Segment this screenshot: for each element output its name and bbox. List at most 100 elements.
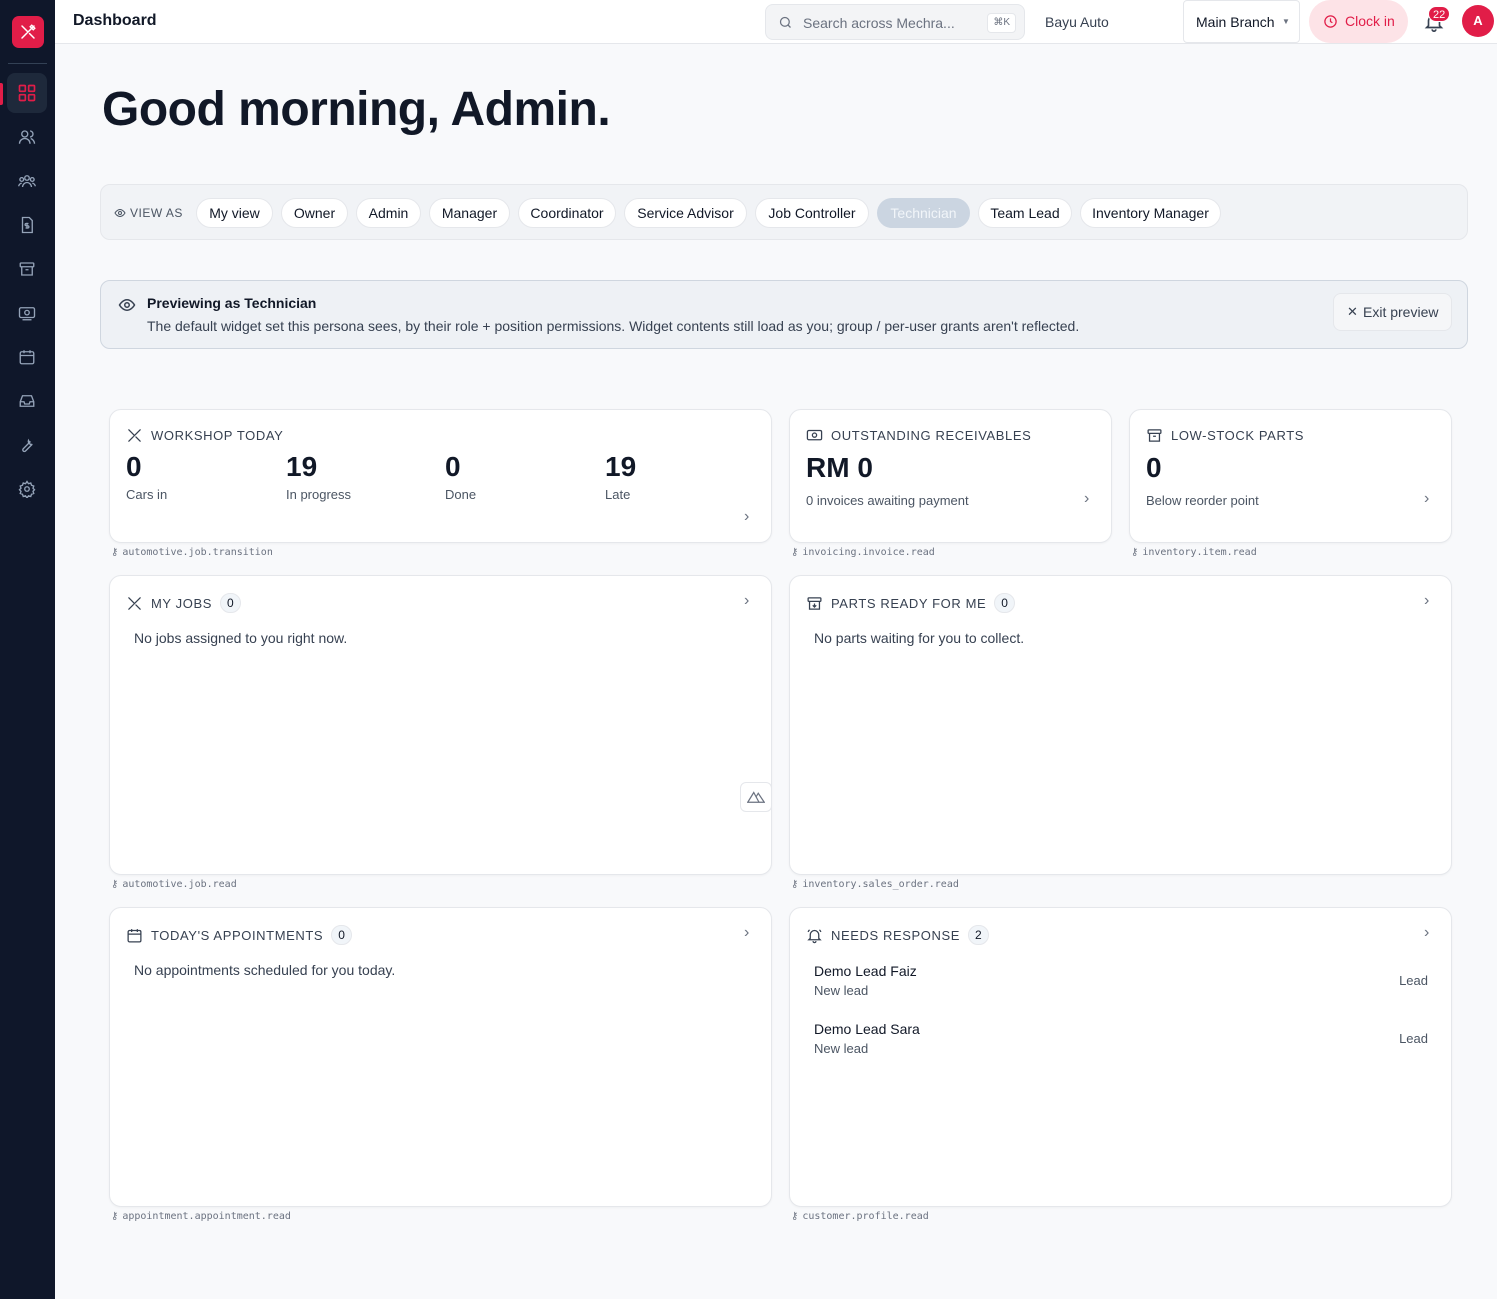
chevron-right-icon[interactable]: › xyxy=(1084,490,1089,508)
chevron-right-icon[interactable]: › xyxy=(744,592,749,610)
sidebar-item-dashboard[interactable] xyxy=(7,73,47,113)
sidebar-item-payments[interactable] xyxy=(7,293,47,333)
persona-chip-selected[interactable]: Technician xyxy=(877,198,970,228)
notification-badge: 22 xyxy=(1428,6,1451,22)
persona-chip[interactable]: My view xyxy=(196,198,273,228)
tools-icon xyxy=(128,596,141,610)
permission-text: customer.profile.read xyxy=(802,1211,929,1222)
lead-name: Demo Lead Sara xyxy=(814,1021,920,1037)
appointments-widget[interactable]: TODAY'S APPOINTMENTS 0 No appointments s… xyxy=(109,907,772,1207)
sidebar-item-inbox[interactable] xyxy=(7,381,47,421)
low-stock-subtitle: Below reorder point xyxy=(1146,493,1259,508)
widget-title: TODAY'S APPOINTMENTS xyxy=(151,927,324,943)
low-stock-count: 0 xyxy=(1146,452,1162,483)
needs-response-widget[interactable]: NEEDS RESPONSE 2 › Demo Lead Faiz New le… xyxy=(789,907,1452,1207)
my-jobs-widget[interactable]: MY JOBS 0 No jobs assigned to you right … xyxy=(109,575,772,875)
persona-chip[interactable]: Admin xyxy=(356,198,421,228)
sidebar-item-inventory[interactable] xyxy=(7,249,47,289)
stat-late: 19 xyxy=(605,451,637,482)
team-icon xyxy=(18,175,36,188)
key-icon: ⚷ xyxy=(791,879,799,890)
preview-title: Previewing as Technician xyxy=(147,295,317,311)
persona-chip[interactable]: Job Controller xyxy=(755,198,869,228)
lead-status: New lead xyxy=(814,1041,869,1056)
persona-chip[interactable]: Inventory Manager xyxy=(1080,198,1221,228)
receivables-widget[interactable]: OUTSTANDING RECEIVABLES RM 0 0 invoices … xyxy=(789,409,1112,543)
preview-banner: Previewing as Technician The default wid… xyxy=(100,280,1468,349)
preview-description: The default widget set this persona sees… xyxy=(147,318,1080,334)
search-placeholder: Search across Mechra... xyxy=(803,15,955,31)
permission-tag: ⚷ automotive.job.transition xyxy=(111,547,273,558)
key-icon: ⚷ xyxy=(111,1211,119,1222)
sidebar-item-tools[interactable] xyxy=(7,425,47,465)
clock-in-button[interactable]: Clock in xyxy=(1309,0,1408,43)
permission-text: automotive.job.read xyxy=(122,879,237,890)
view-as-label: VIEW AS xyxy=(114,206,183,220)
workshop-today-widget[interactable]: WORKSHOP TODAY 0 Cars in 19 In progress … xyxy=(109,409,772,543)
key-icon: ⚷ xyxy=(791,547,799,558)
clock-icon xyxy=(1324,15,1337,28)
chevron-right-icon[interactable]: › xyxy=(1424,592,1429,610)
view-as-text: VIEW AS xyxy=(130,206,183,220)
chevron-right-icon[interactable]: › xyxy=(1424,924,1429,942)
devtools-button[interactable] xyxy=(740,782,772,812)
sidebar xyxy=(0,0,55,1299)
view-as-bar: VIEW AS My view Owner Admin Manager Coor… xyxy=(100,184,1468,240)
exit-preview-button[interactable]: ✕ Exit preview xyxy=(1333,293,1452,331)
permission-tag: ⚷ appointment.appointment.read xyxy=(111,1211,291,1222)
widget-title: WORKSHOP TODAY xyxy=(151,428,284,443)
avatar[interactable]: A xyxy=(1462,5,1494,37)
org-name[interactable]: Bayu Auto xyxy=(1045,14,1109,30)
persona-chip[interactable]: Owner xyxy=(281,198,348,228)
lead-name: Demo Lead Faiz xyxy=(814,963,917,979)
key-icon: ⚷ xyxy=(1131,547,1139,558)
persona-chip[interactable]: Manager xyxy=(429,198,510,228)
count-badge: 0 xyxy=(994,593,1015,613)
sidebar-item-teams[interactable] xyxy=(7,161,47,201)
key-icon: ⚷ xyxy=(111,547,119,558)
branch-select[interactable]: Main Branch ▼ xyxy=(1183,0,1300,43)
sidebar-divider xyxy=(8,63,47,64)
app-logo[interactable] xyxy=(12,16,44,48)
sidebar-item-customers[interactable] xyxy=(7,117,47,157)
clock-in-label: Clock in xyxy=(1345,13,1395,29)
permission-text: invoicing.invoice.read xyxy=(802,547,935,558)
search-input[interactable]: Search across Mechra... ⌘K xyxy=(765,4,1025,40)
persona-chip[interactable]: Team Lead xyxy=(978,198,1072,228)
sidebar-item-calendar[interactable] xyxy=(7,337,47,377)
widget-header: WORKSHOP TODAY xyxy=(126,427,283,444)
chevron-right-icon[interactable]: › xyxy=(744,924,749,942)
permission-tag: ⚷ inventory.item.read xyxy=(1131,547,1257,558)
package-icon xyxy=(807,596,822,610)
invoice-icon xyxy=(21,216,33,234)
widget-header: OUTSTANDING RECEIVABLES xyxy=(806,427,1031,444)
sidebar-item-settings[interactable] xyxy=(7,469,47,509)
persona-chip[interactable]: Service Advisor xyxy=(624,198,747,228)
permission-tag: ⚷ customer.profile.read xyxy=(791,1211,929,1222)
chevron-right-icon[interactable]: › xyxy=(744,508,749,526)
chevron-right-icon[interactable]: › xyxy=(1424,490,1429,508)
widget-header: PARTS READY FOR ME 0 xyxy=(806,593,1015,613)
bell-ring-icon xyxy=(807,928,822,943)
receivables-amount: RM 0 xyxy=(806,452,873,483)
widget-header: MY JOBS 0 xyxy=(126,593,241,613)
stat-label: In progress xyxy=(286,487,352,502)
low-stock-widget[interactable]: LOW-STOCK PARTS 0 Below reorder point › xyxy=(1129,409,1452,543)
sidebar-item-invoices[interactable] xyxy=(7,205,47,245)
stat-done: 0 xyxy=(445,451,461,482)
archive-icon xyxy=(1147,429,1162,442)
caret-down-icon: ▼ xyxy=(1282,17,1290,26)
persona-chip[interactable]: Coordinator xyxy=(518,198,616,228)
exit-preview-label: Exit preview xyxy=(1363,304,1439,320)
topbar: Dashboard Search across Mechra... ⌘K Bay… xyxy=(55,0,1497,44)
lead-status: New lead xyxy=(814,983,869,998)
permission-text: inventory.item.read xyxy=(1142,547,1257,558)
parts-ready-widget[interactable]: PARTS READY FOR ME 0 No parts waiting fo… xyxy=(789,575,1452,875)
widget-title: LOW-STOCK PARTS xyxy=(1171,428,1305,443)
key-icon: ⚷ xyxy=(111,879,119,890)
users-icon xyxy=(18,130,36,144)
wrench-icon xyxy=(22,438,33,453)
widget-title: PARTS READY FOR ME xyxy=(831,595,987,611)
empty-message: No jobs assigned to you right now. xyxy=(134,630,348,646)
key-icon: ⚷ xyxy=(791,1211,799,1222)
